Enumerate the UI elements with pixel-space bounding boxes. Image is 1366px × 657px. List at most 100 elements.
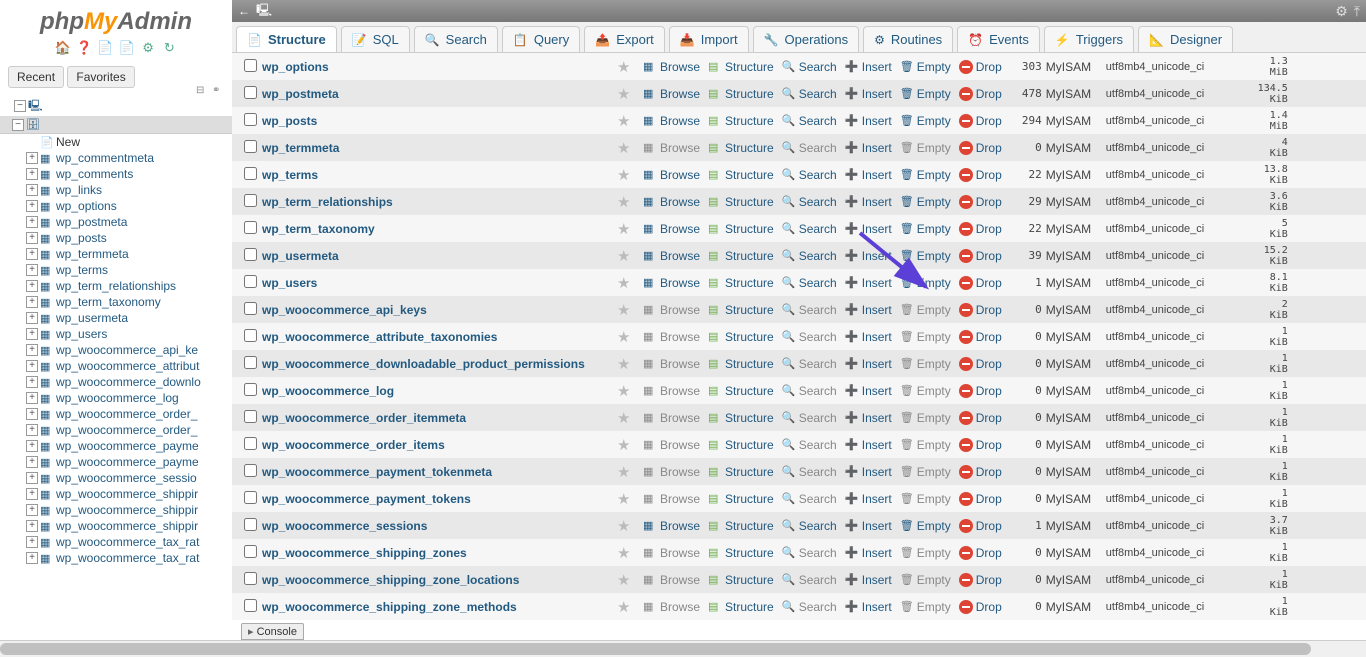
drop-action[interactable]: Drop [955, 384, 1006, 398]
search-action[interactable]: 🔍Search [778, 600, 841, 614]
tab-export[interactable]: 📤Export [584, 26, 665, 52]
favorite-star-icon[interactable]: ★ [617, 193, 639, 211]
empty-action[interactable]: 🗑Empty [896, 546, 955, 560]
tree-table-node[interactable]: +▦wp_postmeta [0, 214, 232, 230]
search-action[interactable]: 🔍Search [778, 195, 841, 209]
tree-table-node[interactable]: +▦wp_commentmeta [0, 150, 232, 166]
tab-triggers[interactable]: ⚡Triggers [1044, 26, 1134, 52]
tab-events[interactable]: ⏰Events [957, 26, 1040, 52]
insert-action[interactable]: ➕Insert [841, 546, 896, 560]
help-icon[interactable]: ❓ [76, 40, 92, 56]
settings-icon[interactable]: 📄 [119, 40, 135, 56]
search-action[interactable]: 🔍Search [778, 438, 841, 452]
tree-table-node[interactable]: +▦wp_woocommerce_shippir [0, 502, 232, 518]
table-name-link[interactable]: wp_users [262, 276, 617, 290]
row-checkbox[interactable] [238, 491, 262, 507]
structure-action[interactable]: ▤Structure [704, 222, 778, 236]
tree-table-node[interactable]: +▦wp_terms [0, 262, 232, 278]
table-name-link[interactable]: wp_woocommerce_payment_tokenmeta [262, 465, 617, 479]
browse-action[interactable]: ▦Browse [639, 546, 704, 560]
table-name-link[interactable]: wp_woocommerce_downloadable_product_perm… [262, 357, 617, 371]
tree-table-node[interactable]: +▦wp_woocommerce_log [0, 390, 232, 406]
drop-action[interactable]: Drop [955, 276, 1006, 290]
drop-action[interactable]: Drop [955, 465, 1006, 479]
horizontal-scrollbar[interactable] [0, 640, 1366, 657]
browse-action[interactable]: ▦Browse [639, 411, 704, 425]
insert-action[interactable]: ➕Insert [841, 330, 896, 344]
row-checkbox[interactable] [238, 167, 262, 183]
insert-action[interactable]: ➕Insert [841, 303, 896, 317]
structure-action[interactable]: ▤Structure [704, 330, 778, 344]
structure-action[interactable]: ▤Structure [704, 465, 778, 479]
tab-import[interactable]: 📥Import [669, 26, 749, 52]
row-checkbox[interactable] [238, 383, 262, 399]
table-name-link[interactable]: wp_woocommerce_log [262, 384, 617, 398]
browse-action[interactable]: ▦Browse [639, 87, 704, 101]
empty-action[interactable]: 🗑Empty [896, 330, 955, 344]
browse-action[interactable]: ▦Browse [639, 114, 704, 128]
search-action[interactable]: 🔍Search [778, 411, 841, 425]
favorite-star-icon[interactable]: ★ [617, 166, 639, 184]
insert-action[interactable]: ➕Insert [841, 195, 896, 209]
structure-action[interactable]: ▤Structure [704, 546, 778, 560]
drop-action[interactable]: Drop [955, 357, 1006, 371]
tree-table-node[interactable]: +▦wp_woocommerce_tax_rat [0, 534, 232, 550]
drop-action[interactable]: Drop [955, 438, 1006, 452]
insert-action[interactable]: ➕Insert [841, 114, 896, 128]
drop-action[interactable]: Drop [955, 546, 1006, 560]
search-action[interactable]: 🔍Search [778, 384, 841, 398]
tab-operations[interactable]: 🔧Operations [753, 26, 860, 52]
table-name-link[interactable]: wp_usermeta [262, 249, 617, 263]
structure-action[interactable]: ▤Structure [704, 114, 778, 128]
favorite-star-icon[interactable]: ★ [617, 220, 639, 238]
insert-action[interactable]: ➕Insert [841, 600, 896, 614]
collapse-icon[interactable]: ⊟ [196, 85, 210, 95]
row-checkbox[interactable] [238, 572, 262, 588]
drop-action[interactable]: Drop [955, 141, 1006, 155]
tree-table-node[interactable]: +▦wp_woocommerce_payme [0, 438, 232, 454]
favorite-star-icon[interactable]: ★ [617, 328, 639, 346]
row-checkbox[interactable] [238, 140, 262, 156]
tree-database-node[interactable]: −🗄 [0, 116, 232, 134]
insert-action[interactable]: ➕Insert [841, 573, 896, 587]
drop-action[interactable]: Drop [955, 168, 1006, 182]
empty-action[interactable]: 🗑Empty [896, 384, 955, 398]
search-action[interactable]: 🔍Search [778, 60, 841, 74]
search-action[interactable]: 🔍Search [778, 114, 841, 128]
favorite-star-icon[interactable]: ★ [617, 58, 639, 76]
row-checkbox[interactable] [238, 464, 262, 480]
empty-action[interactable]: 🗑Empty [896, 411, 955, 425]
favorite-star-icon[interactable]: ★ [617, 571, 639, 589]
reload-icon[interactable]: ↻ [161, 40, 177, 56]
favorite-star-icon[interactable]: ★ [617, 139, 639, 157]
empty-action[interactable]: 🗑Empty [896, 357, 955, 371]
search-action[interactable]: 🔍Search [778, 249, 841, 263]
insert-action[interactable]: ➕Insert [841, 519, 896, 533]
favorite-star-icon[interactable]: ★ [617, 436, 639, 454]
insert-action[interactable]: ➕Insert [841, 141, 896, 155]
drop-action[interactable]: Drop [955, 600, 1006, 614]
drop-action[interactable]: Drop [955, 249, 1006, 263]
structure-action[interactable]: ▤Structure [704, 600, 778, 614]
table-name-link[interactable]: wp_terms [262, 168, 617, 182]
browse-action[interactable]: ▦Browse [639, 330, 704, 344]
tab-designer[interactable]: 📐Designer [1138, 26, 1233, 52]
search-action[interactable]: 🔍Search [778, 141, 841, 155]
search-action[interactable]: 🔍Search [778, 222, 841, 236]
empty-action[interactable]: 🗑Empty [896, 600, 955, 614]
tree-table-node[interactable]: +▦wp_woocommerce_api_ke [0, 342, 232, 358]
favorite-star-icon[interactable]: ★ [617, 274, 639, 292]
empty-action[interactable]: 🗑Empty [896, 465, 955, 479]
structure-action[interactable]: ▤Structure [704, 492, 778, 506]
tree-table-node[interactable]: +▦wp_woocommerce_sessio [0, 470, 232, 486]
browse-action[interactable]: ▦Browse [639, 573, 704, 587]
search-action[interactable]: 🔍Search [778, 276, 841, 290]
insert-action[interactable]: ➕Insert [841, 249, 896, 263]
search-action[interactable]: 🔍Search [778, 573, 841, 587]
home-icon[interactable]: 🏠 [55, 40, 71, 56]
drop-action[interactable]: Drop [955, 411, 1006, 425]
empty-action[interactable]: 🗑Empty [896, 87, 955, 101]
insert-action[interactable]: ➕Insert [841, 384, 896, 398]
search-action[interactable]: 🔍Search [778, 492, 841, 506]
browse-action[interactable]: ▦Browse [639, 492, 704, 506]
